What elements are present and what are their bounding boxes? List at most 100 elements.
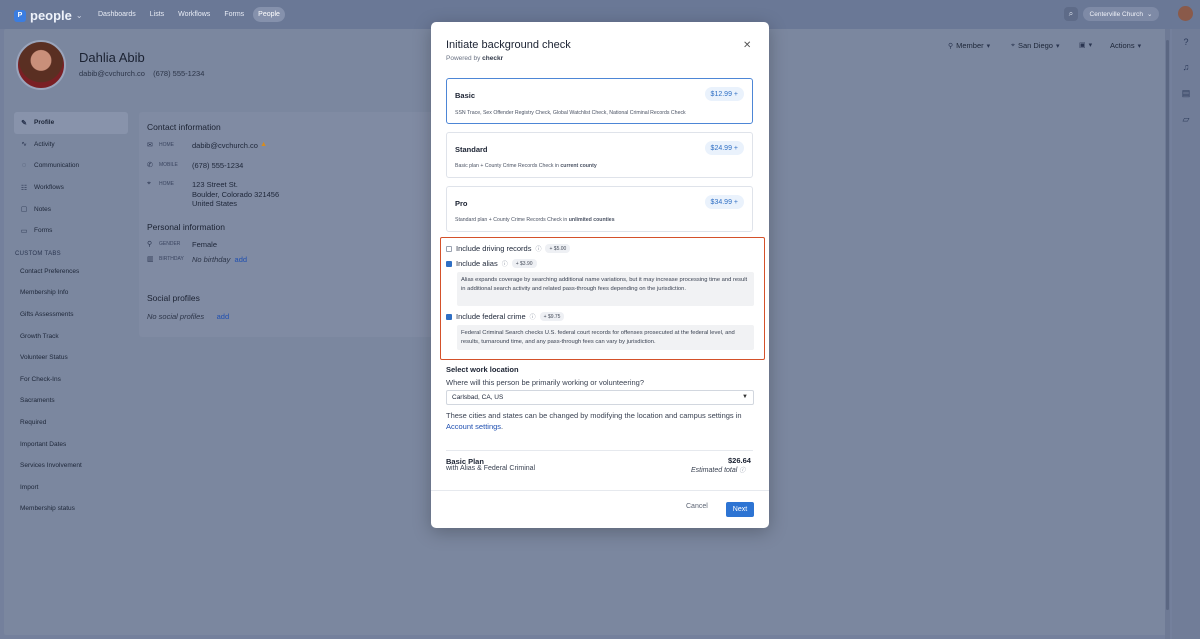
birthday-row: ▥ BIRTHDAY No birthday add: [147, 255, 247, 265]
addon-label: Include federal crime: [456, 312, 526, 321]
plan-option-basic[interactable]: Basic $12.99 + SSN Trace, Sex Offender R…: [446, 78, 753, 124]
field-label: GENDER: [159, 241, 181, 247]
social-empty: No social profiles: [147, 312, 205, 321]
app-switcher[interactable]: P people ⌄: [14, 8, 83, 23]
addon-label: Include driving records: [456, 244, 532, 253]
add-social-link[interactable]: add: [217, 312, 230, 321]
addon-fee: + $3.90: [511, 259, 537, 268]
badge-icon: ▣: [1079, 42, 1086, 49]
scrollbar-thumb[interactable]: [1166, 40, 1169, 610]
bell-icon[interactable]: ♫: [1180, 61, 1192, 73]
custom-tab[interactable]: Contact Preferences: [14, 261, 128, 283]
pin-icon: ⌖: [1011, 41, 1015, 49]
sidebar-item-label: Forms: [34, 227, 53, 235]
right-rail: ? ♫ ▤ ▱: [1172, 29, 1200, 639]
clipboard-icon[interactable]: ▤: [1180, 87, 1192, 99]
addon-fee: + $5.00: [545, 244, 571, 253]
chevron-down-icon: ▾: [986, 42, 991, 50]
person-name: Dahlia Abib: [79, 50, 145, 65]
plan-price: $24.99 +: [704, 141, 744, 155]
sidebar-item-forms[interactable]: ▭ Forms: [14, 220, 128, 242]
work-location-question: Where will this person be primarily work…: [446, 378, 644, 387]
custom-tab[interactable]: Services Involvement: [14, 455, 128, 477]
nav-people[interactable]: People: [253, 7, 285, 22]
addon-federal-crime[interactable]: Include federal crime ⓘ + $9.75: [446, 312, 565, 321]
info-icon[interactable]: ⓘ: [502, 259, 508, 268]
activity-icon: ∿: [21, 141, 27, 149]
location-dropdown[interactable]: ⌖ San Diego ▾: [1011, 41, 1060, 50]
contact-address-row: ⌖ HOME 123 Street St. Boulder, Colorado 32…: [147, 180, 279, 209]
checkbox-checked[interactable]: [446, 313, 452, 320]
gender-value[interactable]: Female: [192, 240, 217, 250]
actions-dropdown[interactable]: Actions ▾: [1110, 41, 1141, 50]
plan-option-pro[interactable]: Pro $34.99 + Standard plan + County Crim…: [446, 186, 753, 232]
org-switcher[interactable]: Centerville Church ⌄: [1083, 7, 1159, 21]
sidebar-item-label: Activity: [34, 140, 55, 148]
birthday-value: No birthday: [192, 255, 231, 264]
info-icon[interactable]: ⓘ: [739, 468, 745, 474]
nav-workflows[interactable]: Workflows: [173, 7, 215, 22]
user-avatar[interactable]: [1178, 6, 1193, 21]
sidebar-item-activity[interactable]: ∿ Activity: [14, 134, 128, 156]
checkbox-checked[interactable]: [446, 260, 452, 267]
addon-driving-records[interactable]: Include driving records ⓘ + $5.00: [446, 244, 571, 253]
next-button[interactable]: Next: [726, 502, 754, 517]
sidebar-item-communication[interactable]: ◌ Communication: [14, 155, 128, 177]
sidebar-item-workflows[interactable]: ☷ Workflows: [14, 177, 128, 199]
checkbox[interactable]: [446, 245, 452, 252]
summary-detail: with Alias & Federal Criminal: [446, 465, 536, 472]
chevron-down-icon: ▾: [1055, 42, 1060, 50]
person-email[interactable]: dabib@cvchurch.co: [79, 69, 145, 78]
contact-info-title: Contact information: [147, 122, 221, 132]
custom-tab[interactable]: Membership Info: [14, 282, 128, 304]
custom-tab[interactable]: Import: [14, 477, 128, 499]
membership-dropdown[interactable]: ⚲ Member ▾: [948, 41, 990, 50]
search-icon[interactable]: ⌕: [1064, 7, 1078, 21]
plan-desc-bold: unlimited counties: [568, 217, 615, 223]
pencil-icon: ✎: [21, 119, 27, 127]
custom-tab[interactable]: Membership status: [14, 498, 128, 520]
contact-address[interactable]: 123 Street St. Boulder, Colorado 321456 Un…: [192, 180, 279, 209]
field-label: BIRTHDAY: [159, 256, 184, 262]
close-icon[interactable]: ✕: [743, 40, 751, 51]
work-location-select[interactable]: Carlsbad, CA, US ▼: [446, 390, 754, 405]
person-phone[interactable]: (678) 555-1234: [153, 69, 204, 78]
contact-phone[interactable]: (678) 555-1234: [192, 161, 243, 171]
custom-tab[interactable]: Volunteer Status: [14, 347, 128, 369]
plan-name: Pro: [455, 199, 468, 208]
sidebar-item-profile[interactable]: ✎ Profile: [14, 112, 128, 134]
badge-dropdown[interactable]: ▣ ▾: [1079, 41, 1092, 49]
people-logo-icon: P: [14, 9, 26, 22]
nav-lists[interactable]: Lists: [145, 7, 169, 22]
gender-row: ⚲ GENDER Female: [147, 240, 217, 250]
message-icon[interactable]: ▱: [1180, 113, 1192, 125]
nav-forms[interactable]: Forms: [219, 7, 249, 22]
custom-tab[interactable]: Required: [14, 412, 128, 434]
actions-label: Actions: [1110, 41, 1135, 50]
custom-tab[interactable]: For Check-Ins: [14, 369, 128, 391]
info-icon[interactable]: ⓘ: [530, 312, 536, 321]
plan-price: $12.99 +: [704, 87, 744, 101]
account-settings-link[interactable]: Account settings: [446, 422, 501, 431]
plan-name: Basic: [455, 91, 476, 100]
contact-email[interactable]: dabib@cvchurch.co: [192, 141, 258, 151]
custom-tab[interactable]: Gifts Assessments: [14, 304, 128, 326]
sidebar-item-notes[interactable]: ▢ Notes: [14, 198, 128, 220]
info-icon[interactable]: ⓘ: [535, 244, 541, 253]
custom-tab[interactable]: Important Dates: [14, 433, 128, 455]
checkr-brand: checkr: [482, 55, 504, 62]
chevron-down-icon: ▾: [1137, 42, 1142, 50]
federal-crime-note: Federal Criminal Search checks U.S. fede…: [457, 325, 754, 350]
nav-dashboards[interactable]: Dashboards: [93, 7, 141, 22]
add-birthday-link[interactable]: add: [235, 255, 248, 264]
addon-alias[interactable]: Include alias ⓘ + $3.90: [446, 259, 537, 268]
app-name: people: [30, 8, 72, 23]
contact-email-row: ✉ HOME dabib@cvchurch.co ▲: [147, 141, 267, 151]
sidebar-item-label: Workflows: [34, 184, 64, 192]
custom-tab[interactable]: Sacraments: [14, 390, 128, 412]
summary-divider: [446, 450, 753, 451]
custom-tab[interactable]: Growth Track: [14, 325, 128, 347]
plan-option-standard[interactable]: Standard $24.99 + Basic plan + County Cr…: [446, 132, 753, 178]
cancel-button[interactable]: Cancel: [686, 503, 708, 510]
help-icon[interactable]: ?: [1180, 36, 1192, 48]
